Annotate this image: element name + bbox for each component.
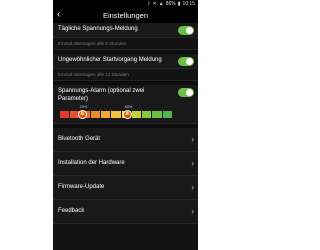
toggle-knob [186, 89, 193, 96]
mute-icon: ✕ [152, 0, 157, 7]
start-report-subtitle: Einmal übertragen alle 12 Stunden [53, 69, 198, 81]
scale-segment [131, 111, 143, 118]
voltage-alarm-header: Spannungs-Alarm (optional zwei Parameter… [58, 88, 194, 103]
voltage-alarm-block: Spannungs-Alarm (optional zwei Parameter… [53, 85, 198, 124]
menu-item-bluetooth[interactable]: Bluetooth Gerät › [53, 128, 198, 152]
menu-item-label: Bluetooth Gerät [58, 135, 101, 142]
start-report-label: Ungewöhnlicher Startvorgang Meldung [58, 57, 162, 64]
scale-segment [152, 111, 163, 118]
bluetooth-icon: ᛒ [147, 0, 151, 7]
phone-screen: ᛒ ✕ ▲ 86% ▮ 10:15 ‹ Einstellungen Täglic… [53, 0, 198, 250]
signal-icon: ▲ [158, 0, 164, 7]
menu-item-feedback[interactable]: Feedback › [53, 200, 198, 224]
scale-segment [90, 111, 102, 118]
daily-report-toggle[interactable] [178, 25, 194, 35]
daily-report-label: Tägliche Spannungs-Meldung [58, 26, 138, 33]
chevron-right-icon: › [191, 206, 194, 216]
chevron-right-icon: › [191, 158, 194, 168]
chevron-right-icon: › [191, 134, 194, 144]
app-header: ‹ Einstellungen [53, 8, 198, 23]
chevron-right-icon: › [191, 182, 194, 192]
status-bar: ᛒ ✕ ▲ 86% ▮ 10:15 [53, 0, 198, 8]
scale-segment [162, 111, 173, 118]
alarm-marker1-percent: 20% [79, 105, 88, 109]
toggle-knob [186, 57, 193, 65]
alarm-marker2-percent: 60% [124, 105, 133, 109]
daily-report-row: Tägliche Spannungs-Meldung [53, 23, 198, 38]
page-title: Einstellungen [102, 11, 149, 20]
scale-segment [101, 111, 112, 118]
toggle-knob [186, 26, 193, 34]
scale-segment [142, 111, 153, 118]
start-report-toggle[interactable] [178, 56, 194, 66]
menu-item-hardware-installation[interactable]: Installation der Hardware › [53, 152, 198, 176]
scale-segment [60, 111, 71, 118]
voltage-alarm-toggle[interactable] [178, 88, 194, 97]
start-report-row: Ungewöhnlicher Startvorgang Meldung [53, 54, 198, 69]
voltage-alarm-label: Spannungs-Alarm (optional zwei Parameter… [58, 88, 145, 102]
scale-segment [111, 111, 122, 118]
voltage-scale-bar: 🔔 🔔 [60, 110, 173, 119]
battery-icon: ▮ [177, 0, 181, 7]
clock: 10:15 [182, 1, 195, 7]
menu-item-label: Feedback [58, 207, 85, 214]
chevron-left-icon[interactable]: ‹ [57, 9, 60, 21]
menu-item-label: Installation der Hardware [58, 159, 125, 166]
menu-item-firmware-update[interactable]: Firmware-Update › [53, 176, 198, 200]
daily-report-subtitle: Einmal übertragen alle 9 Stunden [53, 38, 198, 50]
battery-percent: 86% [165, 1, 176, 7]
menu-item-label: Firmware-Update [58, 183, 105, 190]
